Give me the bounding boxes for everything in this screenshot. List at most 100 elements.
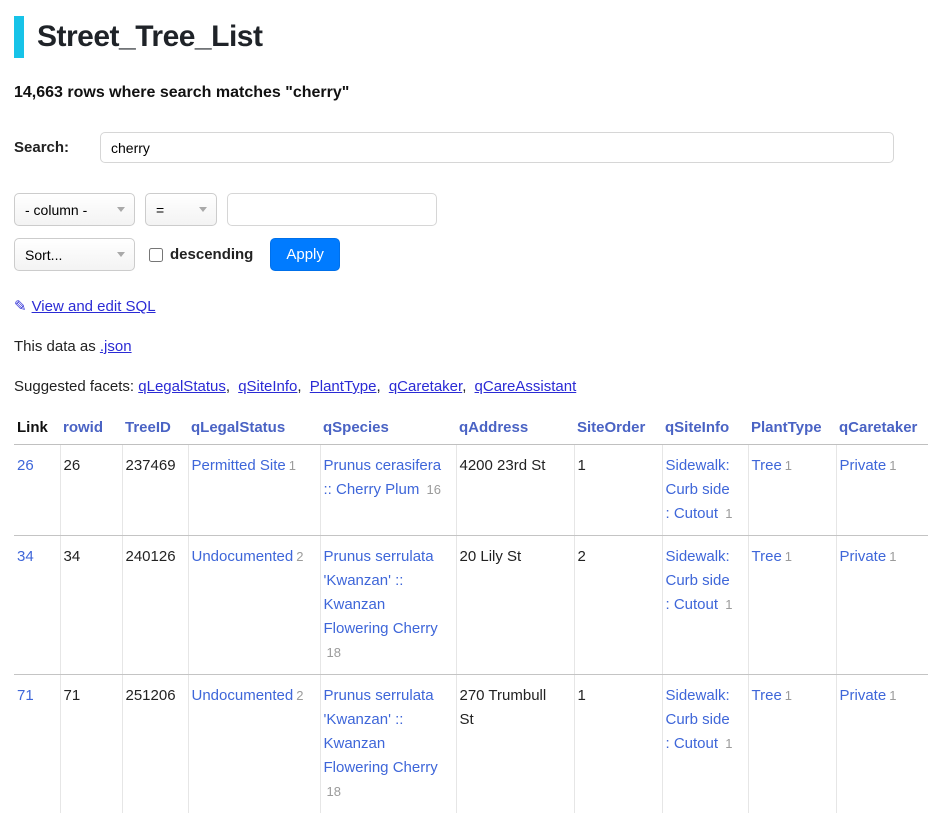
facet-count: 1 <box>785 458 792 473</box>
cell-rowid: 71 <box>60 675 122 813</box>
facet-count: 1 <box>889 688 896 703</box>
sort-column-link[interactable]: qSiteInfo <box>665 419 729 436</box>
cell-qlegalstatus: Permitted Site1 <box>188 445 320 536</box>
search-input[interactable] <box>100 132 894 163</box>
facet-value-link[interactable]: Private <box>840 457 887 474</box>
cell-qaddress: 4200 23rd St <box>456 445 574 536</box>
facet-link-qsiteinfo[interactable]: qSiteInfo <box>238 378 297 395</box>
row-link[interactable]: 34 <box>17 548 34 565</box>
sort-column-link[interactable]: qLegalStatus <box>191 419 285 436</box>
facet-count: 1 <box>289 458 296 473</box>
column-header-qlegalstatus: qLegalStatus <box>188 415 320 445</box>
cell-row-link: 26 <box>14 445 60 536</box>
facet-value-link[interactable]: Tree <box>752 457 782 474</box>
table-row: 34 34 240126 Undocumented2 Prunus serrul… <box>14 536 928 675</box>
facet-value-link[interactable]: Prunus serrulata 'Kwanzan' :: Kwanzan Fl… <box>324 548 438 637</box>
facet-value-link[interactable]: Sidewalk: Curb side : Cutout <box>666 457 730 522</box>
sort-row: Sort... descending Apply <box>14 238 940 271</box>
row-link[interactable]: 71 <box>17 687 34 704</box>
cell-qspecies: Prunus serrulata 'Kwanzan' :: Kwanzan Fl… <box>320 536 456 675</box>
facet-link-qcareassistant[interactable]: qCareAssistant <box>475 378 577 395</box>
cell-treeid: 237469 <box>122 445 188 536</box>
cell-siteorder: 2 <box>574 536 662 675</box>
cell-siteorder: 1 <box>574 445 662 536</box>
apply-button[interactable]: Apply <box>270 238 340 271</box>
sort-column-link[interactable]: rowid <box>63 419 103 436</box>
descending-checkbox[interactable] <box>149 248 163 262</box>
cell-qcaretaker: Private1 <box>836 536 928 675</box>
json-export-link[interactable]: .json <box>100 338 132 355</box>
facet-separator: , <box>462 378 466 395</box>
descending-label: descending <box>170 246 253 263</box>
data-as-prefix: This data as <box>14 338 96 355</box>
column-header-rowid: rowid <box>60 415 122 445</box>
cell-rowid: 34 <box>60 536 122 675</box>
cell-row-link: 71 <box>14 675 60 813</box>
results-table: Link rowid TreeID qLegalStatus qSpecies … <box>14 415 928 813</box>
sort-column-link[interactable]: qAddress <box>459 419 528 436</box>
facet-count: 1 <box>725 597 732 612</box>
cell-planttype: Tree1 <box>748 675 836 813</box>
pencil-icon: ✎ <box>14 298 27 315</box>
column-select-wrap: - column - <box>14 193 135 226</box>
sort-column-link[interactable]: qSpecies <box>323 419 389 436</box>
filter-row: - column - = <box>14 193 940 226</box>
cell-planttype: Tree1 <box>748 536 836 675</box>
column-header-planttype: PlantType <box>748 415 836 445</box>
facet-count: 1 <box>889 549 896 564</box>
sort-column-link[interactable]: PlantType <box>751 419 822 436</box>
sort-column-link[interactable]: TreeID <box>125 419 171 436</box>
column-header-treeid: TreeID <box>122 415 188 445</box>
facet-count: 1 <box>889 458 896 473</box>
facet-separator: , <box>297 378 301 395</box>
facet-value-link[interactable]: Prunus cerasifera :: Cherry Plum <box>324 457 442 498</box>
cell-qaddress: 20 Lily St <box>456 536 574 675</box>
column-header-qsiteinfo: qSiteInfo <box>662 415 748 445</box>
search-label: Search: <box>14 139 100 156</box>
facet-count: 1 <box>725 506 732 521</box>
facets-prefix: Suggested facets: <box>14 378 134 395</box>
facet-value-link[interactable]: Private <box>840 687 887 704</box>
sort-column-link[interactable]: SiteOrder <box>577 419 645 436</box>
filter-value-input[interactable] <box>227 193 437 226</box>
facet-count: 2 <box>296 549 303 564</box>
facet-link-qlegalstatus[interactable]: qLegalStatus <box>138 378 226 395</box>
cell-treeid: 240126 <box>122 536 188 675</box>
column-header-link: Link <box>14 415 60 445</box>
facet-value-link[interactable]: Undocumented <box>192 687 294 704</box>
column-header-siteorder: SiteOrder <box>574 415 662 445</box>
facet-value-link[interactable]: Permitted Site <box>192 457 286 474</box>
facet-value-link[interactable]: Tree <box>752 548 782 565</box>
cell-qspecies: Prunus serrulata 'Kwanzan' :: Kwanzan Fl… <box>320 675 456 813</box>
facet-count: 18 <box>327 645 341 660</box>
filter-operator-select[interactable]: = <box>145 193 217 226</box>
table-row: 71 71 251206 Undocumented2 Prunus serrul… <box>14 675 928 813</box>
cell-qsiteinfo: Sidewalk: Curb side : Cutout 1 <box>662 536 748 675</box>
cell-rowid: 26 <box>60 445 122 536</box>
facet-value-link[interactable]: Sidewalk: Curb side : Cutout <box>666 548 730 613</box>
filter-column-select[interactable]: - column - <box>14 193 135 226</box>
facet-count: 1 <box>785 688 792 703</box>
op-select-wrap: = <box>145 193 217 226</box>
facet-value-link[interactable]: Tree <box>752 687 782 704</box>
cell-qsiteinfo: Sidewalk: Curb side : Cutout 1 <box>662 675 748 813</box>
accent-bar <box>14 16 24 58</box>
cell-planttype: Tree1 <box>748 445 836 536</box>
facet-link-planttype[interactable]: PlantType <box>310 378 377 395</box>
facet-value-link[interactable]: Prunus serrulata 'Kwanzan' :: Kwanzan Fl… <box>324 687 438 776</box>
view-edit-sql-link[interactable]: View and edit SQL <box>32 298 156 315</box>
facet-value-link[interactable]: Sidewalk: Curb side : Cutout <box>666 687 730 752</box>
cell-treeid: 251206 <box>122 675 188 813</box>
row-count-summary: 14,663 rows where search matches "cherry… <box>14 84 940 102</box>
facet-count: 1 <box>785 549 792 564</box>
cell-qlegalstatus: Undocumented2 <box>188 536 320 675</box>
facet-count: 2 <box>296 688 303 703</box>
column-header-qcaretaker: qCaretaker <box>836 415 928 445</box>
facet-value-link[interactable]: Undocumented <box>192 548 294 565</box>
sql-line: ✎ View and edit SQL <box>14 297 940 315</box>
facet-value-link[interactable]: Private <box>840 548 887 565</box>
sort-column-link[interactable]: qCaretaker <box>839 419 917 436</box>
facet-link-qcaretaker[interactable]: qCaretaker <box>389 378 462 395</box>
row-link[interactable]: 26 <box>17 457 34 474</box>
sort-select[interactable]: Sort... <box>14 238 135 271</box>
